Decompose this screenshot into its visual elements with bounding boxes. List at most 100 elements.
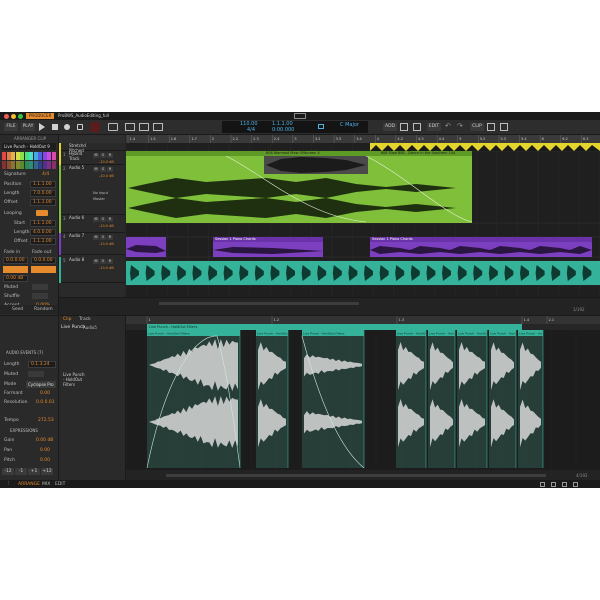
purple-clip-3[interactable]: Session 1 Piano Chords bbox=[370, 237, 592, 257]
palette-swatch[interactable] bbox=[33, 152, 38, 160]
close-window-button[interactable] bbox=[4, 113, 9, 119]
punch-icon[interactable] bbox=[318, 124, 324, 129]
signature-value[interactable]: 4/4 bbox=[42, 172, 49, 177]
palette-swatch[interactable] bbox=[11, 161, 15, 169]
position-field[interactable]: 1.1.1.00 bbox=[30, 181, 56, 188]
yellow-clip[interactable] bbox=[370, 143, 600, 151]
track-header[interactable]: Hybrid Track 1 M S R -10.0 dB bbox=[59, 151, 125, 165]
track-volume[interactable]: -10.0 dB bbox=[99, 174, 114, 178]
loop-offset-field[interactable]: 1.1.1.00 bbox=[30, 238, 56, 245]
arm-button[interactable]: R bbox=[107, 167, 113, 172]
track-volume[interactable]: -10.0 dB bbox=[99, 224, 114, 228]
edit-button[interactable]: EDIT bbox=[427, 123, 441, 131]
track-volume[interactable]: -10.0 dB bbox=[99, 242, 114, 246]
expr-pitch-value[interactable]: 0.00 bbox=[40, 458, 50, 463]
track-header[interactable]: Audio 8 5 M S R -10.0 dB bbox=[59, 257, 125, 283]
track-output[interactable]: Master bbox=[93, 197, 105, 201]
palette-swatch[interactable] bbox=[38, 161, 42, 169]
purple-clip-1[interactable] bbox=[126, 237, 166, 257]
pitch-plus-1-button[interactable]: +1 bbox=[28, 468, 40, 475]
edit-view-button[interactable]: EDIT bbox=[55, 482, 65, 487]
teal-clip[interactable] bbox=[126, 261, 600, 285]
mute-button[interactable]: M bbox=[93, 217, 99, 222]
time-signature-display[interactable]: 4/4 bbox=[247, 127, 255, 133]
pitch-minus-1-button[interactable]: -1 bbox=[15, 468, 27, 475]
mode-select[interactable]: Cyclopse Pro bbox=[26, 381, 56, 388]
formant-value[interactable]: 0.00 bbox=[40, 391, 50, 396]
browser-icon[interactable] bbox=[400, 123, 408, 131]
palette-swatch[interactable] bbox=[51, 152, 56, 160]
mute-button[interactable]: M bbox=[93, 167, 99, 172]
inspector-toggle-icon[interactable] bbox=[562, 481, 567, 487]
key-display[interactable]: C Major bbox=[340, 122, 359, 128]
length-field[interactable]: 7.0.0.00 bbox=[30, 190, 56, 197]
mute-button[interactable]: M bbox=[93, 235, 99, 240]
maximize-window-button[interactable] bbox=[18, 113, 23, 119]
fade-in-curve[interactable] bbox=[3, 266, 28, 273]
file-button[interactable]: FILE bbox=[4, 123, 18, 131]
solo-button[interactable]: S bbox=[100, 235, 106, 240]
browser-toggle-icon[interactable] bbox=[573, 481, 578, 487]
palette-swatch[interactable] bbox=[38, 152, 42, 160]
loop-length-field[interactable]: 4.0.0.00 bbox=[30, 229, 56, 236]
arranger-ruler[interactable]: 1.4 1.5 1.6 1.7 2 2.2 2.3 2.4 3 3.2 3.3 3.4 4 4.2 4.3 4… bbox=[126, 135, 600, 143]
pitch-minus-12-button[interactable]: -12 bbox=[2, 468, 14, 475]
arrange-view-button[interactable]: ARRANGE bbox=[18, 482, 40, 487]
mute-button[interactable]: M bbox=[93, 153, 99, 158]
fade-out-curve[interactable] bbox=[31, 266, 56, 273]
track-header[interactable]: Audio 5 2 M S R -10.0 dB No Input Master bbox=[59, 165, 125, 215]
track-volume[interactable]: -10.0 dB bbox=[99, 160, 114, 164]
stop-icon[interactable] bbox=[52, 124, 58, 130]
palette-swatch[interactable] bbox=[6, 152, 11, 160]
mute-button[interactable]: M bbox=[93, 259, 99, 264]
pitch-plus-12-button[interactable]: +12 bbox=[41, 468, 53, 475]
offset-field[interactable]: 1.1.1.00 bbox=[30, 199, 56, 206]
green-clip[interactable]: 808 Warmest Mew Offscreen 4 808 Slow 808… bbox=[126, 151, 472, 223]
palette-swatch[interactable] bbox=[20, 161, 24, 169]
play-icon[interactable] bbox=[39, 123, 45, 131]
profile-badge[interactable]: PRODUCER bbox=[26, 113, 55, 119]
panel-toggle-icon[interactable] bbox=[540, 481, 545, 487]
arranger-icon[interactable] bbox=[139, 123, 149, 131]
color-palette[interactable] bbox=[2, 152, 56, 170]
arm-button[interactable]: R bbox=[107, 153, 113, 158]
editor-scrollbar[interactable] bbox=[166, 474, 546, 477]
undo-icon[interactable]: ↶ bbox=[445, 122, 451, 130]
mix-view-button[interactable]: MIX bbox=[42, 482, 50, 487]
clip-launcher-icon[interactable] bbox=[125, 123, 135, 131]
snap-icon[interactable] bbox=[487, 123, 495, 131]
track-header[interactable]: Audio 6 3 M S R -10.0 dB bbox=[59, 215, 125, 233]
palette-swatch[interactable] bbox=[11, 152, 15, 160]
solo-button[interactable]: S bbox=[100, 153, 106, 158]
solo-button[interactable]: S bbox=[100, 167, 106, 172]
clip-button[interactable]: CLIP bbox=[470, 123, 484, 131]
fade-out-field[interactable]: 0.0.0.00 bbox=[31, 257, 56, 264]
palette-swatch[interactable] bbox=[2, 161, 6, 169]
loop-icon[interactable] bbox=[77, 124, 83, 130]
palette-swatch[interactable] bbox=[29, 161, 33, 169]
palette-swatch[interactable] bbox=[33, 161, 38, 169]
event-length-field[interactable]: 0.1.3.24 bbox=[28, 361, 56, 368]
tab-clip[interactable]: Clip bbox=[63, 317, 72, 322]
automation-icon[interactable] bbox=[153, 123, 163, 131]
random-label[interactable]: Random bbox=[34, 307, 53, 312]
project-tab[interactable]: ProBWS_AudioEditing_full bbox=[58, 113, 109, 119]
fade-in-field[interactable]: 0.0.0.00 bbox=[3, 257, 28, 264]
palette-swatch[interactable] bbox=[42, 152, 47, 160]
arm-button[interactable]: R bbox=[107, 217, 113, 222]
metronome-icon[interactable] bbox=[108, 123, 118, 131]
automation-write-button[interactable] bbox=[90, 122, 100, 132]
purple-clip-2[interactable]: Session 1 Piano Chords bbox=[213, 237, 323, 257]
clip-name-field[interactable]: Live Punch - HoldOut 9 bbox=[2, 143, 56, 150]
resolution-value[interactable]: 0.0.0.01 bbox=[36, 400, 55, 405]
play-menu-button[interactable]: PLAY bbox=[21, 123, 35, 131]
palette-swatch[interactable] bbox=[29, 152, 33, 160]
palette-swatch[interactable] bbox=[2, 152, 6, 160]
gain-field[interactable]: 0.00 dB bbox=[3, 275, 28, 282]
shuffle-toggle[interactable] bbox=[32, 293, 48, 299]
solo-button[interactable]: S bbox=[100, 259, 106, 264]
editor-ruler[interactable]: 1 1.2 1.3 1.4 2.1 bbox=[126, 316, 600, 324]
palette-swatch[interactable] bbox=[15, 152, 20, 160]
track-header[interactable]: Audio 7 4 M S R -10.0 dB bbox=[59, 233, 125, 255]
muted-toggle[interactable] bbox=[32, 284, 48, 290]
